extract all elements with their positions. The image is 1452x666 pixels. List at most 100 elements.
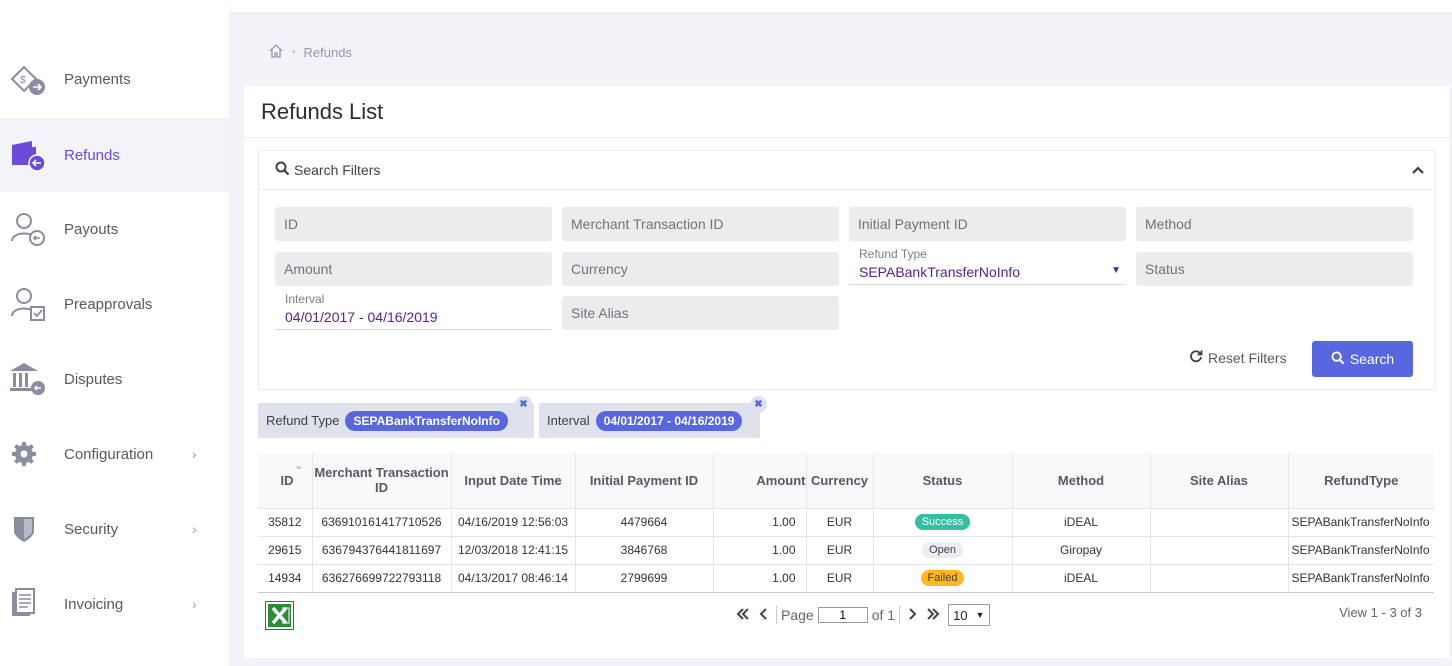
chevron-up-icon[interactable] bbox=[1409, 161, 1427, 179]
merchant-transaction-id-field[interactable]: Merchant Transaction ID bbox=[562, 207, 839, 241]
view-info: View 1 - 3 of 3 bbox=[1339, 605, 1422, 620]
status-badge: Success bbox=[914, 514, 971, 530]
status-badge: Open bbox=[922, 542, 963, 558]
column-header-amount[interactable]: Amount bbox=[713, 453, 807, 508]
sort-chevron-icon: ⌄ bbox=[294, 460, 304, 472]
amount-field[interactable]: Amount bbox=[275, 252, 552, 286]
reset-filters-button[interactable]: Reset Filters bbox=[1189, 349, 1287, 366]
cell-id: 35812 bbox=[258, 507, 313, 536]
excel-export-icon[interactable] bbox=[265, 601, 294, 630]
close-icon[interactable]: ✖ bbox=[515, 396, 532, 413]
column-header-refund-type[interactable]: RefundType bbox=[1288, 453, 1434, 508]
sidebar-item-label: Refunds bbox=[64, 146, 120, 164]
sidebar-item-label: Payments bbox=[64, 70, 131, 88]
sidebar-item-refunds[interactable]: Refunds bbox=[0, 118, 229, 192]
page-size-select[interactable]: 10 ▼ bbox=[948, 604, 991, 626]
sidebar: $ Payments Refunds Payouts Preapprovals … bbox=[0, 0, 229, 666]
next-page-icon[interactable] bbox=[908, 607, 918, 624]
sidebar-item-label: Disputes bbox=[64, 370, 123, 388]
top-bar bbox=[229, 0, 1452, 12]
last-page-icon[interactable] bbox=[926, 607, 940, 624]
sidebar-item-configuration[interactable]: Configuration › bbox=[0, 417, 229, 491]
first-page-icon[interactable] bbox=[736, 607, 750, 624]
refund-type-value: SEPABankTransferNoInfo bbox=[859, 264, 1021, 280]
cell-amount: 1.00 bbox=[713, 563, 807, 593]
page-label: Page bbox=[781, 607, 814, 623]
page-of-label: of 1 bbox=[871, 607, 896, 623]
chevron-right-icon: › bbox=[192, 521, 197, 537]
search-filters-title: Search Filters bbox=[294, 162, 381, 178]
cell-site-alias bbox=[1150, 535, 1289, 564]
column-header-method[interactable]: Method bbox=[1012, 453, 1151, 508]
cell-status: Success bbox=[873, 507, 1013, 536]
refunds-icon bbox=[8, 135, 48, 175]
column-header-status[interactable]: Status bbox=[873, 453, 1013, 508]
site-alias-field[interactable]: Site Alias bbox=[562, 296, 839, 330]
refresh-icon bbox=[1189, 349, 1203, 366]
cell-initial-payment-id: 4479664 bbox=[575, 507, 714, 536]
refund-type-select[interactable]: Refund Type SEPABankTransferNoInfo ▼ bbox=[849, 247, 1125, 285]
column-header-input-date-time[interactable]: Input Date Time bbox=[451, 453, 576, 508]
sidebar-item-payments[interactable]: $ Payments bbox=[0, 42, 229, 116]
sidebar-item-disputes[interactable]: Disputes bbox=[0, 342, 229, 416]
column-header-initial-payment-id[interactable]: Initial Payment ID bbox=[575, 453, 714, 508]
document-icon bbox=[8, 584, 48, 624]
page-title: Refunds List bbox=[261, 99, 384, 124]
prev-page-icon[interactable] bbox=[758, 607, 768, 624]
close-icon[interactable]: ✖ bbox=[750, 396, 767, 413]
cell-site-alias bbox=[1150, 563, 1289, 593]
search-button[interactable]: Search bbox=[1312, 341, 1413, 377]
sidebar-item-label: Security bbox=[64, 520, 119, 538]
cell-currency: EUR bbox=[806, 563, 874, 593]
search-filters-header[interactable]: Search Filters bbox=[259, 151, 1435, 190]
chevron-right-icon: › bbox=[192, 446, 197, 462]
method-field[interactable]: Method bbox=[1136, 207, 1413, 241]
cell-currency: EUR bbox=[806, 535, 874, 564]
caret-down-icon: ▼ bbox=[975, 610, 985, 620]
sidebar-item-invoicing[interactable]: Invoicing › bbox=[0, 567, 229, 641]
active-filter-chip: Refund Type SEPABankTransferNoInfo ✖ bbox=[258, 396, 534, 438]
column-header-merchant-transaction-id[interactable]: Merchant Transaction ID bbox=[312, 453, 452, 508]
sidebar-item-label: Invoicing bbox=[64, 595, 124, 613]
column-header-currency[interactable]: Currency bbox=[806, 453, 874, 508]
breadcrumb-current[interactable]: Refunds bbox=[304, 45, 352, 60]
sidebar-item-label: Preapprovals bbox=[64, 295, 153, 313]
table-header-row: ⌄ ID Merchant Transaction ID Input Date … bbox=[258, 453, 1434, 508]
cell-status: Failed bbox=[873, 563, 1013, 593]
search-icon bbox=[1331, 350, 1345, 368]
home-icon[interactable] bbox=[268, 43, 284, 62]
interval-label: Interval bbox=[285, 292, 325, 306]
pager-separator bbox=[899, 606, 901, 624]
column-header-site-alias[interactable]: Site Alias bbox=[1150, 453, 1289, 508]
cell-id: 14934 bbox=[258, 563, 313, 593]
table-row[interactable]: 29615 636794376441811697 12/03/2018 12:4… bbox=[258, 535, 1434, 564]
card-header: Refunds List bbox=[244, 86, 1449, 138]
disputes-icon bbox=[8, 359, 48, 399]
cell-initial-payment-id: 2799699 bbox=[575, 563, 714, 593]
cell-method: Giropay bbox=[1012, 535, 1151, 564]
pager: Page of 1 10 ▼ bbox=[732, 604, 991, 626]
status-field[interactable]: Status bbox=[1136, 252, 1413, 286]
currency-field[interactable]: Currency bbox=[562, 252, 839, 286]
search-icon bbox=[275, 161, 290, 179]
refunds-card: Refunds List Search Filters ID Merchant … bbox=[244, 86, 1449, 658]
table-row[interactable]: 35812 636910161417710526 04/16/2019 12:5… bbox=[258, 507, 1434, 536]
cell-refund-type: SEPABankTransferNoInfo bbox=[1288, 563, 1434, 593]
pager-separator bbox=[776, 606, 777, 624]
cell-refund-type: SEPABankTransferNoInfo bbox=[1288, 507, 1434, 536]
cell-input-date-time: 12/03/2018 12:41:15 bbox=[451, 535, 576, 564]
breadcrumb: • Refunds bbox=[268, 43, 352, 62]
table-footer: Page of 1 10 ▼ View 1 - 3 of 3 bbox=[258, 596, 1434, 642]
interval-field[interactable]: Interval 04/01/2017 - 04/16/2019 bbox=[275, 292, 551, 330]
sidebar-item-security[interactable]: Security › bbox=[0, 492, 229, 566]
column-header-id[interactable]: ⌄ ID bbox=[258, 453, 313, 508]
page-input[interactable] bbox=[817, 607, 868, 623]
chevron-right-icon: › bbox=[192, 596, 197, 612]
sidebar-item-payouts[interactable]: Payouts bbox=[0, 192, 229, 266]
initial-payment-id-field[interactable]: Initial Payment ID bbox=[849, 207, 1126, 241]
table-row[interactable]: 14934 636276699722793118 04/13/2017 08:4… bbox=[258, 563, 1434, 593]
id-field[interactable]: ID bbox=[275, 207, 552, 241]
sidebar-item-preapprovals[interactable]: Preapprovals bbox=[0, 267, 229, 341]
sidebar-item-label: Configuration bbox=[64, 445, 154, 463]
cell-input-date-time: 04/13/2017 08:46:14 bbox=[451, 563, 576, 593]
